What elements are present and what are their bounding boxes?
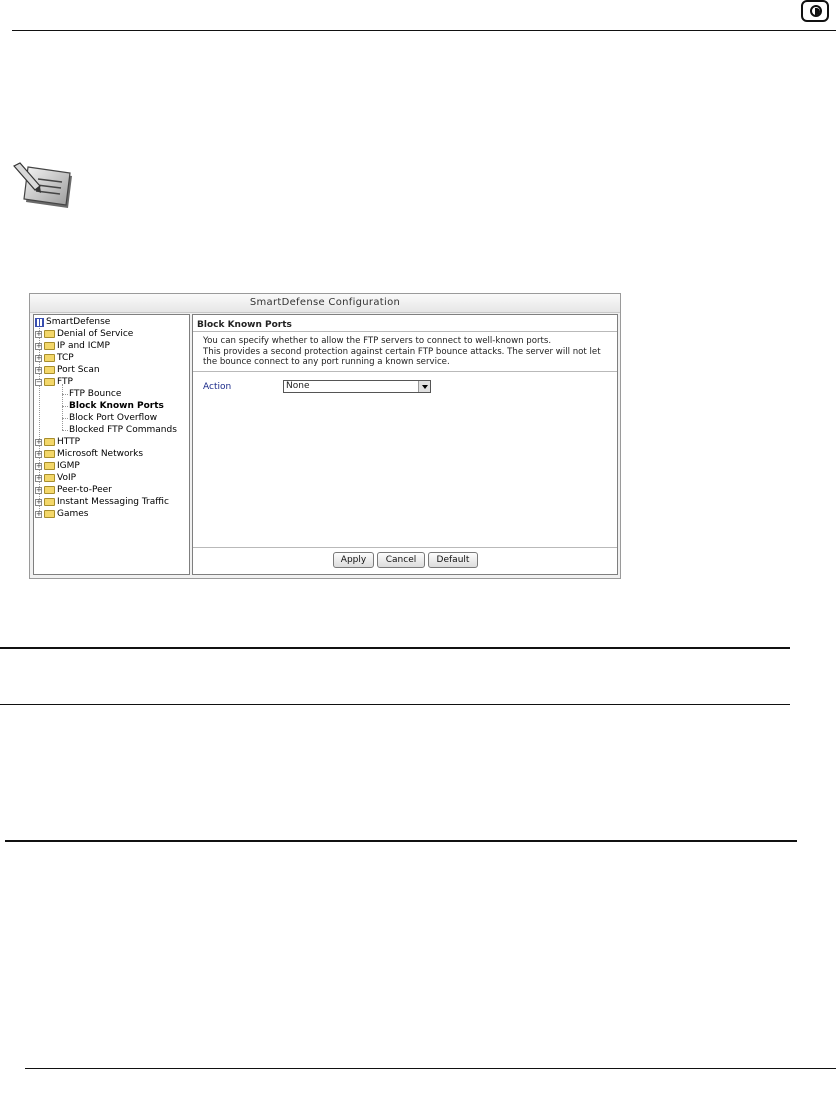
folder-icon <box>44 342 55 350</box>
header-rule <box>12 30 836 31</box>
tree-item-ip-and-icmp[interactable]: + IP and ICMP <box>35 340 110 352</box>
expand-plus-icon[interactable]: + <box>35 486 42 494</box>
folder-icon <box>44 354 55 362</box>
default-button[interactable]: Default <box>428 552 478 568</box>
cancel-button[interactable]: Cancel <box>377 552 425 568</box>
settings-panel: Block Known Ports You can specify whethe… <box>192 314 618 575</box>
action-select[interactable]: None <box>283 380 431 393</box>
smartdefense-root-icon <box>35 317 44 327</box>
action-select-value: None <box>286 381 310 391</box>
tree-item-tcp[interactable]: + TCP <box>35 352 74 364</box>
tree-item-voip[interactable]: + VoIP <box>35 472 76 484</box>
expand-plus-icon[interactable]: + <box>35 474 42 482</box>
tree-item-denial-of-service[interactable]: + Denial of Service <box>35 328 133 340</box>
tree-item-block-port-overflow[interactable]: Block Port Overflow <box>69 412 157 424</box>
apply-button[interactable]: Apply <box>333 552 374 568</box>
panel-divider <box>193 371 617 372</box>
expand-plus-icon[interactable]: + <box>35 354 42 362</box>
tree-item-peer-to-peer[interactable]: + Peer-to-Peer <box>35 484 112 496</box>
open-folder-icon <box>44 378 55 386</box>
footer-rule <box>25 1068 836 1069</box>
tree-item-http[interactable]: + HTTP <box>35 436 80 448</box>
folder-icon <box>44 510 55 518</box>
expand-plus-icon[interactable]: + <box>35 462 42 470</box>
folder-icon <box>44 474 55 482</box>
smartdefense-dialog: SmartDefense Configuration SmartDefense … <box>29 293 621 579</box>
expand-plus-icon[interactable]: + <box>35 366 42 374</box>
tree-item-microsoft-networks[interactable]: + Microsoft Networks <box>35 448 143 460</box>
panel-divider <box>193 331 617 332</box>
expand-plus-icon[interactable]: + <box>35 330 42 338</box>
section-rule <box>0 704 790 705</box>
section-rule <box>0 647 790 649</box>
folder-icon <box>44 450 55 458</box>
config-tree: SmartDefense + Denial of Service + IP and … <box>33 314 190 575</box>
tree-root-smartdefense[interactable]: SmartDefense <box>35 316 110 328</box>
dialog-title: SmartDefense Configuration <box>30 294 620 313</box>
panel-title: Block Known Ports <box>197 320 292 330</box>
expand-plus-icon[interactable]: + <box>35 510 42 518</box>
folder-icon <box>44 438 55 446</box>
expand-plus-icon[interactable]: + <box>35 342 42 350</box>
tree-item-block-known-ports[interactable]: Block Known Ports <box>69 400 164 412</box>
action-label: Action <box>203 382 232 392</box>
tree-item-igmp[interactable]: + IGMP <box>35 460 80 472</box>
expand-plus-icon[interactable]: + <box>35 450 42 458</box>
expand-plus-icon[interactable]: + <box>35 498 42 506</box>
expand-plus-icon[interactable]: + <box>35 438 42 446</box>
panel-description: You can specify whether to allow the FTP… <box>203 336 601 367</box>
tree-item-ftp-bounce[interactable]: FTP Bounce <box>69 388 121 400</box>
panel-divider <box>193 547 617 548</box>
folder-icon <box>44 498 55 506</box>
tree-item-games[interactable]: + Games <box>35 508 88 520</box>
tree-item-ftp[interactable]: − FTP <box>35 376 73 388</box>
folder-icon <box>44 366 55 374</box>
tree-item-port-scan[interactable]: + Port Scan <box>35 364 100 376</box>
folder-icon <box>44 462 55 470</box>
collapse-minus-icon[interactable]: − <box>35 378 42 386</box>
tree-item-instant-messaging-traffic[interactable]: + Instant Messaging Traffic <box>35 496 169 508</box>
header-logo-icon <box>801 0 829 22</box>
note-icon <box>13 162 72 208</box>
folder-icon <box>44 486 55 494</box>
chevron-down-icon[interactable] <box>418 381 430 392</box>
section-rule <box>5 840 797 842</box>
tree-item-blocked-ftp-commands[interactable]: Blocked FTP Commands <box>69 424 177 436</box>
folder-icon <box>44 330 55 338</box>
